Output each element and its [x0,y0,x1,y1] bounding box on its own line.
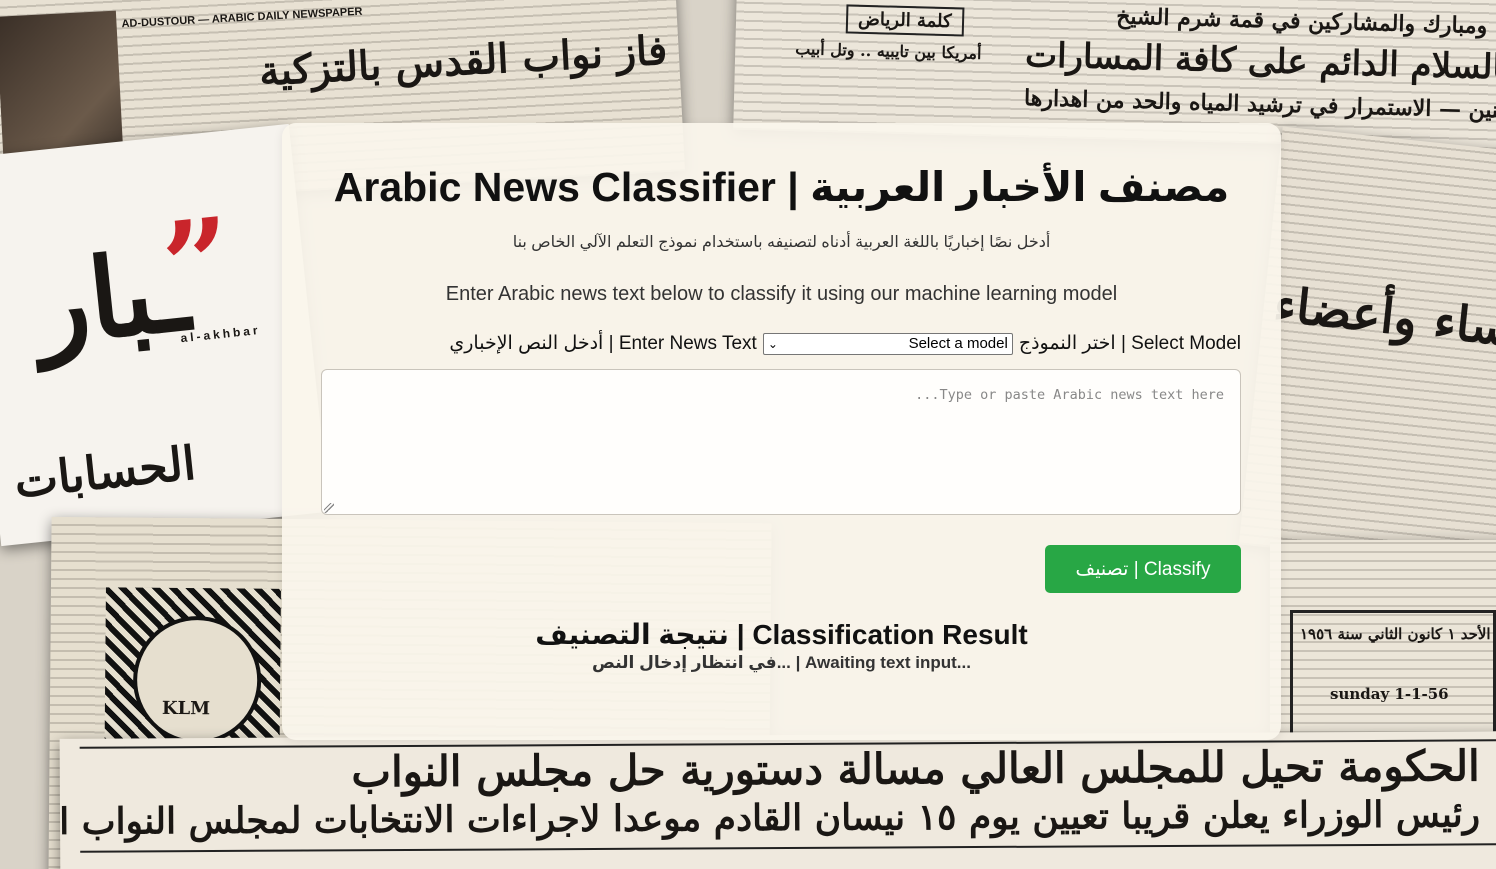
description-english: Enter Arabic news text below to classify… [445,283,1118,305]
description-arabic: أدخل نصًا إخباريًا باللغة العربية أدناه … [512,234,1051,251]
news-text-label: أدخل النص الإخباري | Enter News Text [449,333,757,354]
al-akhbar-logo: ـبار [29,225,195,370]
result-title: نتيجة التصنيف | Classification Result [535,619,1028,650]
classifier-card: Arabic News Classifier | مصنف الأخبار ال… [282,123,1281,740]
newspaper-bottom: الحكومة تحيل للمجلس العالي مسالة دستورية… [59,731,1496,869]
form-controls-row: اختر النموذج | Select Model ⌄ Select a m… [282,332,1241,355]
news-text-placeholder: ...Type or paste Arabic news text here [915,387,1224,403]
classify-button[interactable]: تصنيف | Classify [1045,545,1241,593]
headline: رئيس الوزراء يعلن قريبا تعيين يوم ١٥ نيس… [59,793,1481,844]
newspaper-dated: الأحد ١ كانون الثاني سنة ١٩٥٦ sunday 1-1… [1270,540,1496,760]
model-select[interactable]: ⌄ Select a model [762,332,1013,355]
news-text-input[interactable]: ...Type or paste Arabic news text here [321,369,1241,515]
model-select-label: اختر النموذج | Select Model [1018,333,1241,354]
newspaper-al-akhbar: ” ـبار al-akhbar الحسابات [0,123,330,547]
klm-text: KLM [161,697,211,720]
headline: الحسابات [11,435,199,509]
model-select-value: Select a model [908,335,1008,352]
date-arabic: الأحد ١ كانون الثاني سنة ١٩٥٦ [1300,625,1491,643]
chevron-down-icon: ⌄ [767,336,778,351]
result-status: في انتظار إدخال النص... | Awaiting text … [592,653,971,672]
headline: الحكومة تحيل للمجلس العالي مسالة دستورية… [351,741,1480,797]
page-title: Arabic News Classifier | مصنف الأخبار ال… [333,164,1230,210]
date-english: sunday 1-1-56 [1330,685,1449,703]
resize-handle-icon[interactable] [324,503,334,513]
riyadh-column-title: كلمة الرياض [845,4,964,37]
